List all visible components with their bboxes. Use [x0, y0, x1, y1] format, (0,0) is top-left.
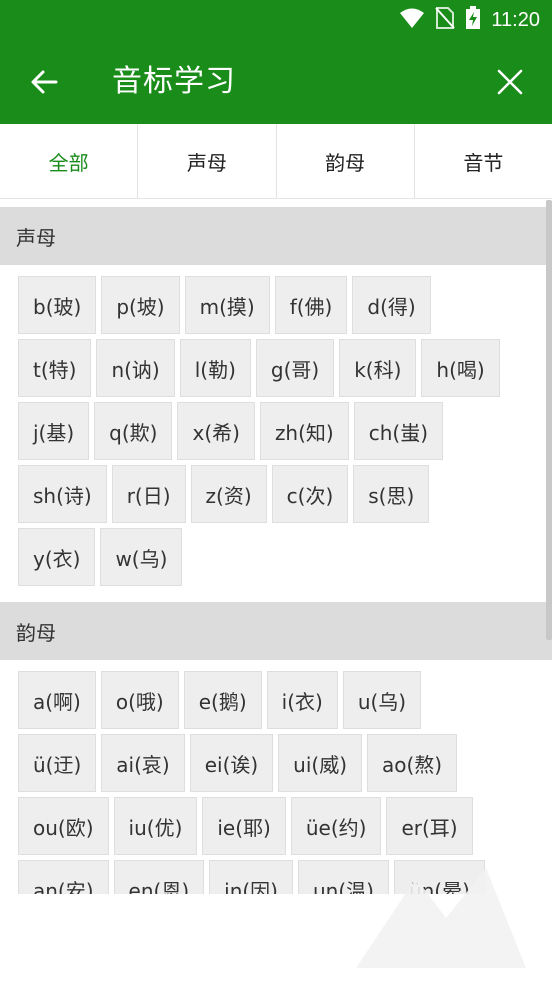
page-title: 音标学习 — [112, 64, 236, 99]
wifi-icon — [399, 7, 425, 33]
initials-grid: b(玻) p(坡) m(摸) f(佛) d(得) t(特) n(讷) l(勒) g(哥) k(科)… — [0, 265, 520, 594]
initial-button[interactable]: c(次) — [271, 465, 349, 523]
initial-button[interactable]: x(希) — [177, 402, 255, 460]
tab-syllables[interactable]: 音节 — [415, 124, 552, 198]
close-button[interactable] — [490, 62, 530, 102]
final-button[interactable]: an(安) — [18, 860, 109, 894]
final-button[interactable]: er(耳) — [386, 797, 473, 855]
content-list[interactable]: 声母 b(玻) p(坡) m(摸) f(佛) d(得) t(特) n(讷) l(勒) g(哥) k… — [0, 199, 552, 894]
scrollbar[interactable] — [546, 200, 552, 640]
initial-button[interactable]: k(科) — [339, 339, 417, 397]
no-sim-icon — [435, 6, 456, 34]
tab-all[interactable]: 全部 — [0, 124, 139, 198]
initial-button[interactable]: m(摸) — [184, 276, 270, 334]
initial-button[interactable]: z(资) — [190, 465, 267, 523]
initial-button[interactable]: s(思) — [353, 465, 430, 523]
initial-button[interactable]: zh(知) — [259, 402, 349, 460]
initial-button[interactable]: sh(诗) — [18, 465, 107, 523]
final-button[interactable]: iu(优) — [113, 797, 198, 855]
initial-button[interactable]: q(欺) — [94, 402, 173, 460]
section-header-finals: 韵母 — [0, 602, 552, 660]
arrow-left-icon — [31, 70, 58, 94]
final-button[interactable]: in(因) — [209, 860, 293, 894]
watermark-logo — [356, 868, 526, 968]
final-button[interactable]: ei(诶) — [189, 734, 274, 792]
final-button[interactable]: ou(欧) — [18, 797, 109, 855]
initial-button[interactable]: g(哥) — [255, 339, 335, 397]
final-button[interactable]: ü(迂) — [18, 734, 97, 792]
app-header: 11:20 音标学习 — [0, 0, 552, 124]
initial-button[interactable]: ch(蚩) — [353, 402, 443, 460]
final-button[interactable]: ui(威) — [278, 734, 363, 792]
initial-button[interactable]: n(讷) — [96, 339, 175, 397]
final-button[interactable]: u(乌) — [342, 671, 422, 729]
tab-initials[interactable]: 声母 — [138, 124, 277, 198]
status-time: 11:20 — [491, 8, 540, 31]
toolbar: 音标学习 — [0, 40, 552, 124]
final-button[interactable]: ie(耶) — [202, 797, 286, 855]
status-bar: 11:20 — [0, 0, 552, 40]
final-button[interactable]: o(哦) — [100, 671, 179, 729]
final-button[interactable]: a(啊) — [18, 671, 96, 729]
initial-button[interactable]: w(乌) — [100, 528, 183, 586]
final-button[interactable]: e(鹅) — [183, 671, 262, 729]
initial-button[interactable]: j(基) — [18, 402, 90, 460]
initial-button[interactable]: f(佛) — [274, 276, 348, 334]
initial-button[interactable]: d(得) — [352, 276, 431, 334]
initial-button[interactable]: t(特) — [18, 339, 92, 397]
initial-button[interactable]: h(喝) — [421, 339, 500, 397]
initial-button[interactable]: y(衣) — [18, 528, 96, 586]
initial-button[interactable]: l(勒) — [179, 339, 251, 397]
tab-bar: 全部 声母 韵母 音节 — [0, 124, 552, 199]
final-button[interactable]: i(衣) — [266, 671, 338, 729]
close-icon — [497, 69, 523, 95]
initial-button[interactable]: p(坡) — [101, 276, 180, 334]
initial-button[interactable]: r(日) — [111, 465, 186, 523]
final-button[interactable]: ao(熬) — [367, 734, 458, 792]
section-header-initials: 声母 — [0, 207, 552, 265]
final-button[interactable]: ai(哀) — [101, 734, 185, 792]
back-button[interactable] — [24, 62, 64, 102]
initial-button[interactable]: b(玻) — [18, 276, 97, 334]
battery-charging-icon — [465, 6, 481, 34]
final-button[interactable]: en(恩) — [113, 860, 205, 894]
final-button[interactable]: üe(约) — [290, 797, 382, 855]
tab-finals[interactable]: 韵母 — [277, 124, 415, 198]
